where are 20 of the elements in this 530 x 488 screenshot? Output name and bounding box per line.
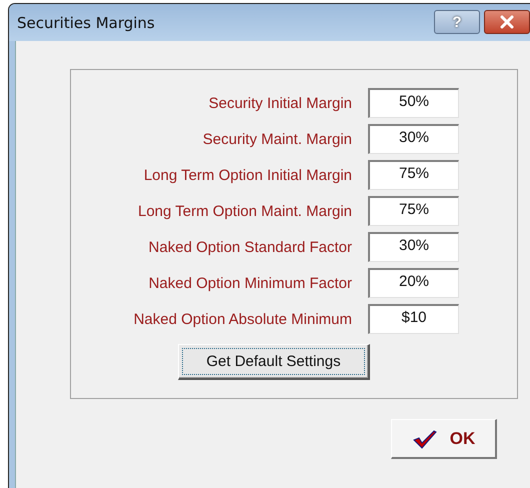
window-title: Securities Margins	[17, 14, 155, 32]
input-field[interactable]: 50%	[368, 88, 459, 118]
field-label: Naked Option Standard Factor	[148, 238, 352, 256]
close-icon	[499, 15, 515, 29]
field-label: Security Initial Margin	[208, 94, 352, 112]
input-field[interactable]: 20%	[368, 268, 459, 298]
input-field[interactable]: 30%	[368, 232, 459, 262]
field-label: Naked Option Minimum Factor	[148, 274, 352, 292]
default-settings-button[interactable]: Get Default Settings	[178, 344, 370, 380]
field-label: Security Maint. Margin	[202, 130, 352, 148]
input-field[interactable]: 75%	[368, 196, 459, 226]
input-field[interactable]: 30%	[368, 124, 459, 154]
input-field[interactable]: $10	[368, 304, 459, 334]
checkmark-icon	[412, 428, 438, 448]
close-button[interactable]	[484, 10, 530, 34]
field-label: Long Term Option Maint. Margin	[137, 202, 352, 220]
input-field[interactable]: 75%	[368, 160, 459, 190]
field-label: Naked Option Absolute Minimum	[132, 310, 352, 328]
ok-button[interactable]: OK	[391, 419, 497, 459]
field-label: Long Term Option Initial Margin	[142, 166, 352, 184]
